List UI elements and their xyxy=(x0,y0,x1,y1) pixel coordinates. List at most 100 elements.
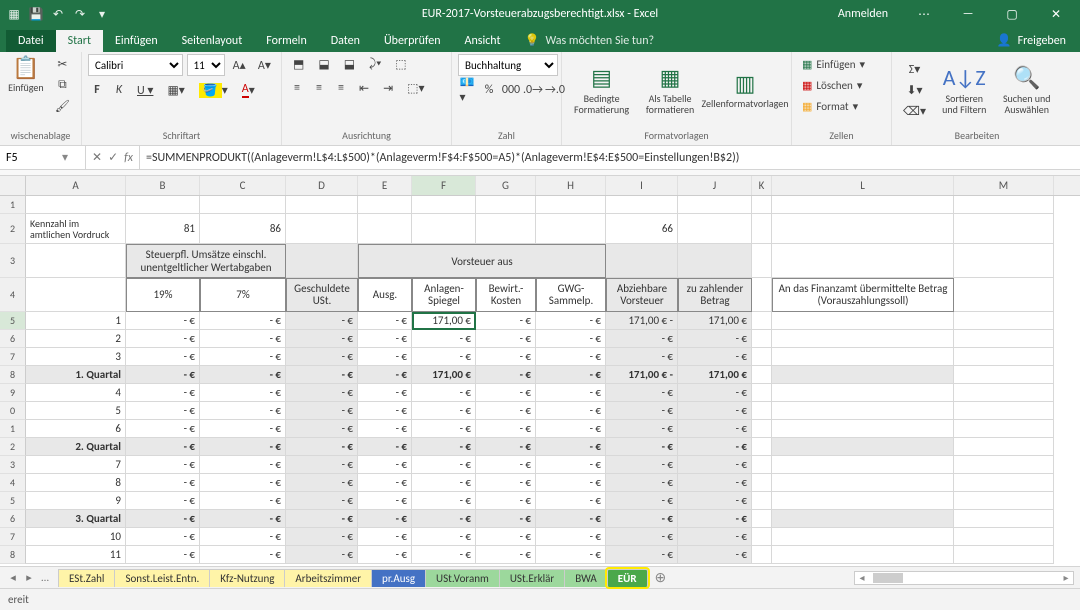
cell[interactable]: - € xyxy=(286,546,358,564)
cell[interactable]: - € xyxy=(200,384,286,402)
cell[interactable]: - € xyxy=(678,528,752,546)
cell[interactable]: - € xyxy=(126,420,200,438)
row-header[interactable]: 2 xyxy=(0,438,26,456)
cell[interactable]: 8 xyxy=(26,474,126,492)
cell[interactable]: - € xyxy=(476,438,536,456)
cell[interactable] xyxy=(126,196,200,214)
sheet-tab[interactable]: pr.Ausg xyxy=(371,569,426,587)
cell[interactable]: - € xyxy=(200,510,286,528)
conditional-formatting-button[interactable]: ▤Bedingte Formatierung xyxy=(568,64,635,116)
cell[interactable] xyxy=(752,312,772,330)
cell[interactable] xyxy=(752,366,772,384)
cell[interactable]: - € xyxy=(358,348,412,366)
row-header[interactable]: 9 xyxy=(0,384,26,402)
cell[interactable]: Bewirt.-Kosten xyxy=(476,278,536,312)
cell[interactable]: - € xyxy=(126,312,200,330)
cell[interactable]: 81 xyxy=(126,214,200,244)
tab-file[interactable]: Datei xyxy=(6,30,56,52)
cell[interactable]: - € xyxy=(678,510,752,528)
fill-color-button[interactable]: 🪣▾ xyxy=(194,80,233,100)
col-header-D[interactable]: D xyxy=(286,176,358,195)
row-header[interactable]: 2 xyxy=(0,214,26,244)
cell[interactable]: - € xyxy=(678,456,752,474)
cell[interactable] xyxy=(536,214,606,244)
tab-review[interactable]: Überprüfen xyxy=(372,30,453,52)
cell[interactable]: - € xyxy=(476,348,536,366)
cell[interactable]: - € xyxy=(536,384,606,402)
cell[interactable]: - € xyxy=(358,438,412,456)
cell[interactable]: - € xyxy=(678,402,752,420)
cell[interactable]: 171,00 € xyxy=(412,366,476,384)
redo-icon[interactable]: ↷ xyxy=(72,6,88,22)
increase-indent-button[interactable]: ⇥ xyxy=(378,78,398,98)
inc-decimal-button[interactable]: .0→ xyxy=(524,80,542,100)
cell[interactable]: 2 xyxy=(26,330,126,348)
sheet-tab[interactable]: Kfz-Nutzung xyxy=(209,569,285,587)
cell[interactable]: - € xyxy=(536,330,606,348)
cell[interactable] xyxy=(678,214,752,244)
row-header[interactable]: 1 xyxy=(0,420,26,438)
format-painter-button[interactable]: 🖌 xyxy=(50,96,75,116)
cell[interactable]: GWG-Sammelp. xyxy=(536,278,606,312)
cell[interactable]: 171,00 € xyxy=(412,312,476,330)
cell[interactable]: - € xyxy=(358,510,412,528)
cell[interactable]: - € xyxy=(286,420,358,438)
currency-button[interactable]: 💶▾ xyxy=(458,80,476,100)
cell[interactable]: 3. Quartal xyxy=(26,510,126,528)
cell[interactable]: - € xyxy=(412,546,476,564)
cell[interactable]: - € xyxy=(412,438,476,456)
cell[interactable] xyxy=(772,384,954,402)
cut-button[interactable]: ✂ xyxy=(50,54,75,74)
tab-formulas[interactable]: Formeln xyxy=(254,30,318,52)
cell[interactable]: - € xyxy=(358,474,412,492)
cell[interactable]: - € xyxy=(678,384,752,402)
cell[interactable]: - € xyxy=(678,546,752,564)
number-format-select[interactable]: Buchhaltung xyxy=(458,54,558,76)
cell[interactable]: - € xyxy=(200,312,286,330)
cell[interactable] xyxy=(412,214,476,244)
col-header-M[interactable]: M xyxy=(954,176,1054,195)
cell[interactable] xyxy=(772,510,954,528)
cell[interactable]: - € xyxy=(200,528,286,546)
cell[interactable] xyxy=(954,348,1054,366)
cell[interactable] xyxy=(954,510,1054,528)
cell[interactable]: 7% xyxy=(200,278,286,312)
row-header[interactable]: 4 xyxy=(0,474,26,492)
ribbon-options-icon[interactable]: ⋯ xyxy=(904,0,944,28)
cell[interactable] xyxy=(954,420,1054,438)
cell[interactable]: - € xyxy=(286,330,358,348)
cell[interactable]: - € xyxy=(412,348,476,366)
cell[interactable] xyxy=(772,312,954,330)
name-box[interactable]: ▾ xyxy=(0,146,86,169)
cell[interactable]: - € xyxy=(476,474,536,492)
cell[interactable]: - € xyxy=(606,510,678,528)
cell[interactable]: Anlagen-Spiegel xyxy=(412,278,476,312)
align-top-button[interactable]: ⬒ xyxy=(288,54,309,74)
cell[interactable]: - € xyxy=(200,492,286,510)
insert-cells-button[interactable]: ▦Einfügen ▾ xyxy=(798,54,885,74)
cell[interactable] xyxy=(772,196,954,214)
cell[interactable]: - € xyxy=(536,402,606,420)
align-right-button[interactable]: ≡ xyxy=(332,78,350,98)
cell[interactable]: - € xyxy=(678,492,752,510)
cell-styles-button[interactable]: ▥Zellenformatvorlagen xyxy=(705,70,785,111)
cell[interactable]: - € xyxy=(200,348,286,366)
sheet-tab[interactable]: USt.Erklär xyxy=(499,569,565,587)
sheet-tab[interactable]: EÜR xyxy=(607,569,648,587)
col-header-C[interactable]: C xyxy=(200,176,286,195)
cell[interactable]: - € xyxy=(126,438,200,456)
cancel-formula-icon[interactable]: ✕ xyxy=(92,150,102,165)
cell[interactable] xyxy=(954,312,1054,330)
font-color-button[interactable]: A▾ xyxy=(237,80,260,100)
row-header[interactable]: 8 xyxy=(0,366,26,384)
cell[interactable]: - € xyxy=(412,474,476,492)
cell[interactable] xyxy=(954,384,1054,402)
cell[interactable] xyxy=(536,196,606,214)
cell[interactable]: - € xyxy=(606,402,678,420)
cell[interactable]: - € xyxy=(286,474,358,492)
cell[interactable]: 171,00 € - xyxy=(606,312,678,330)
grow-font-button[interactable]: A▴ xyxy=(229,55,250,75)
row-header[interactable]: 5 xyxy=(0,492,26,510)
cell[interactable]: - € xyxy=(536,474,606,492)
cell[interactable] xyxy=(752,474,772,492)
